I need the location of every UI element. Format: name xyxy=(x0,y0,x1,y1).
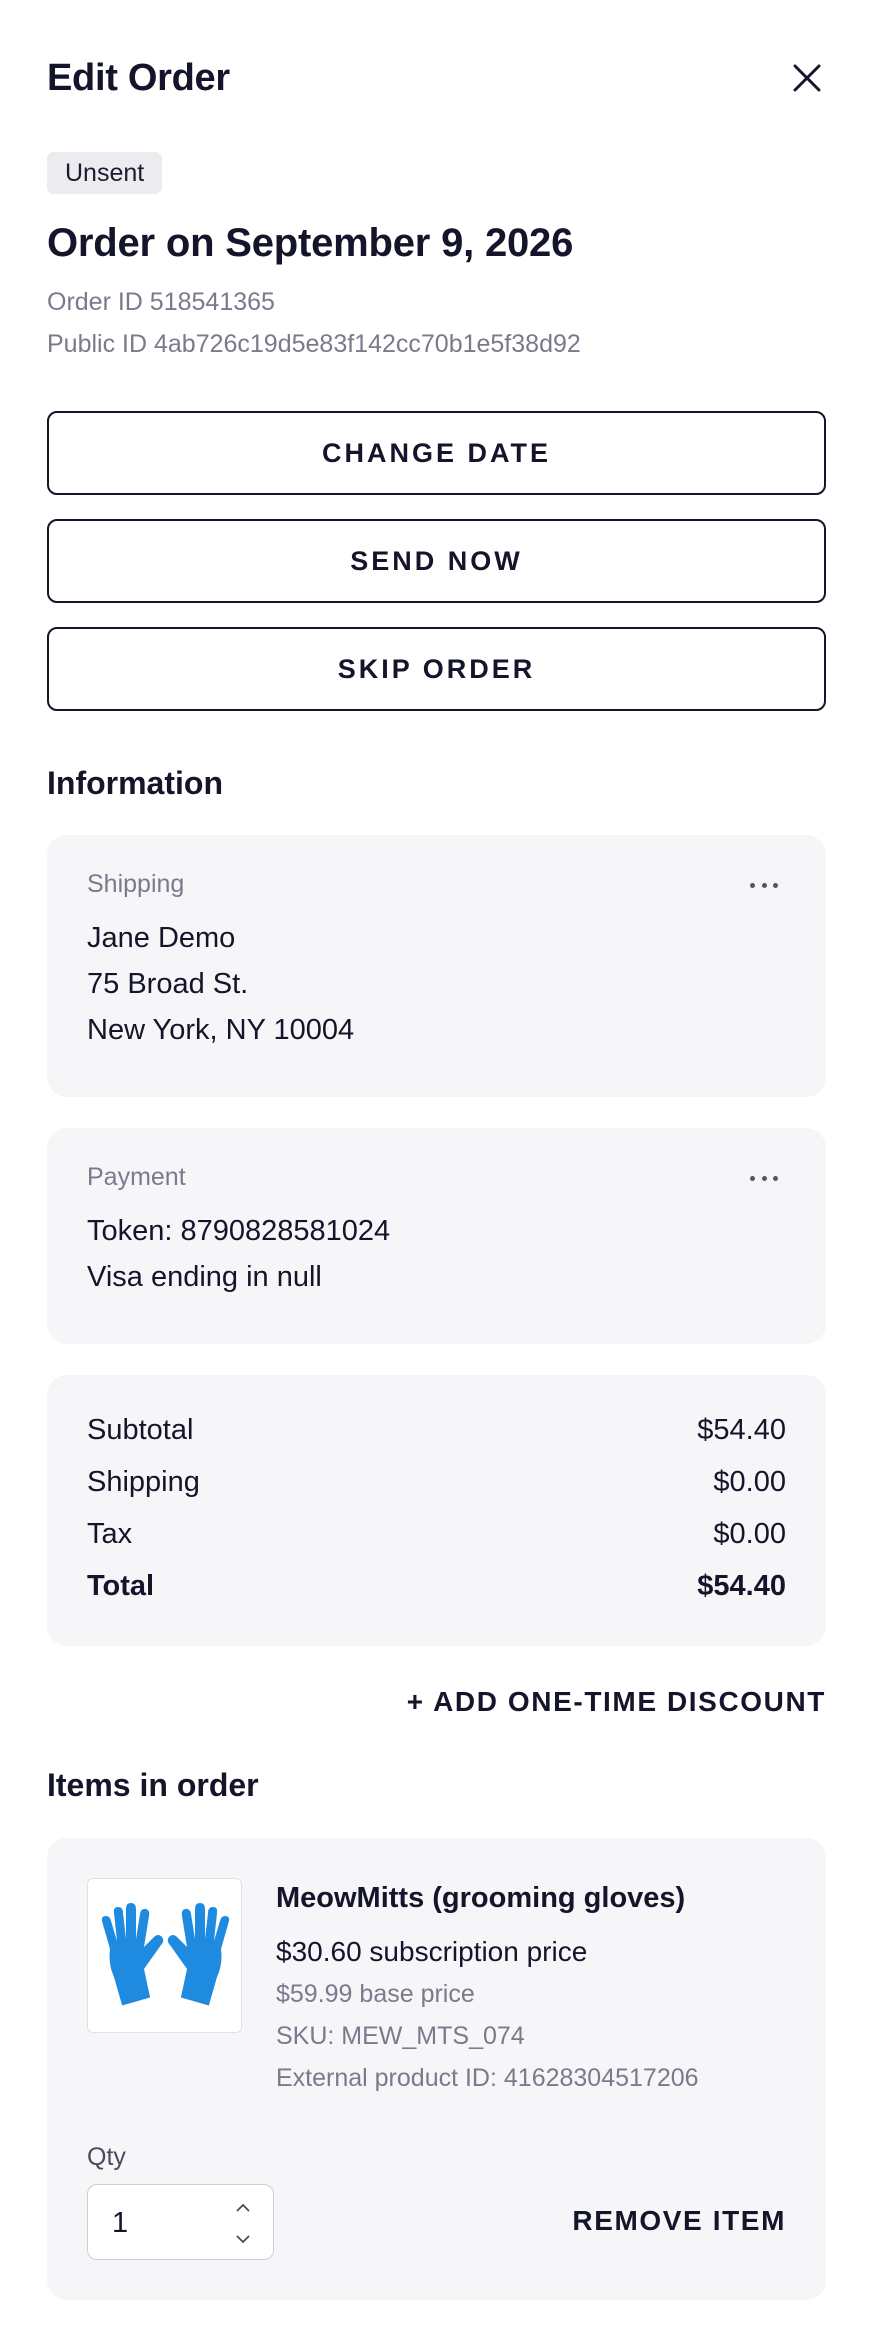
information-heading: Information xyxy=(47,765,223,801)
subtotal-label: Subtotal xyxy=(87,1414,194,1446)
item-subscription-price: $30.60 subscription price xyxy=(276,1936,588,1967)
public-id: Public ID 4ab726c19d5e83f142cc70b1e5f38d… xyxy=(47,330,581,358)
item-name: MeowMitts (grooming gloves) xyxy=(276,1882,686,1914)
shipping-cost-label: Shipping xyxy=(87,1466,200,1498)
send-now-button[interactable]: SEND NOW xyxy=(47,519,826,603)
qty-arrows xyxy=(233,2197,253,2249)
shipping-city: New York, NY 10004 xyxy=(87,1014,355,1046)
subtotal-row: Subtotal $54.40 xyxy=(87,1410,786,1450)
payment-menu-button[interactable] xyxy=(744,1166,784,1190)
change-date-button[interactable]: CHANGE DATE xyxy=(47,411,826,495)
order-item-card: MeowMitts (grooming gloves) $30.60 subsc… xyxy=(47,1838,826,2300)
total-label: Total xyxy=(87,1570,155,1602)
item-external-id: External product ID: 41628304517206 xyxy=(276,2064,699,2092)
order-summary-card: Subtotal $54.40 Shipping $0.00 Tax $0.00… xyxy=(47,1375,826,1646)
chevron-up-icon[interactable] xyxy=(233,2197,253,2217)
tax-row: Tax $0.00 xyxy=(87,1514,786,1554)
edit-order-page: Edit Order Unsent Order on September 9, … xyxy=(0,0,871,2338)
shipping-cost-value: $0.00 xyxy=(713,1466,786,1498)
payment-label: Payment xyxy=(87,1163,186,1191)
tax-label: Tax xyxy=(87,1518,133,1550)
remove-item-button[interactable]: REMOVE ITEM xyxy=(572,2201,786,2241)
total-value: $54.40 xyxy=(697,1570,786,1602)
shipping-label: Shipping xyxy=(87,870,185,898)
more-horizontal-icon xyxy=(750,1175,755,1181)
item-base-price: $59.99 base price xyxy=(276,1980,475,2008)
status-badge: Unsent xyxy=(47,152,163,194)
close-icon xyxy=(793,64,821,92)
items-heading: Items in order xyxy=(47,1767,259,1803)
total-row: Total $54.40 xyxy=(87,1566,786,1606)
add-discount-link[interactable]: + ADD ONE-TIME DISCOUNT xyxy=(407,1682,826,1722)
quantity-stepper[interactable]: 1 xyxy=(87,2184,274,2260)
product-image xyxy=(87,1878,242,2033)
shipping-menu-button[interactable] xyxy=(744,873,784,897)
header: Edit Order xyxy=(47,50,827,106)
close-button[interactable] xyxy=(787,58,827,98)
shipping-street: 75 Broad St. xyxy=(87,968,249,1000)
skip-order-button[interactable]: SKIP ORDER xyxy=(47,627,826,711)
payment-card-info: Visa ending in null xyxy=(87,1261,322,1293)
qty-value[interactable]: 1 xyxy=(112,2203,128,2243)
order-title: Order on September 9, 2026 xyxy=(47,221,574,265)
subtotal-value: $54.40 xyxy=(697,1414,786,1446)
shipping-name: Jane Demo xyxy=(87,922,236,954)
order-id: Order ID 518541365 xyxy=(47,288,275,316)
chevron-down-icon[interactable] xyxy=(233,2229,253,2249)
grooming-gloves-image xyxy=(101,1903,230,2006)
payment-token: Token: 8790828581024 xyxy=(87,1215,391,1247)
payment-card: Payment Token: 8790828581024 Visa ending… xyxy=(47,1128,826,1344)
shipping-card: Shipping Jane Demo 75 Broad St. New York… xyxy=(47,835,826,1097)
shipping-row: Shipping $0.00 xyxy=(87,1462,786,1502)
qty-label: Qty xyxy=(87,2143,126,2171)
tax-value: $0.00 xyxy=(713,1518,786,1550)
item-sku: SKU: MEW_MTS_074 xyxy=(276,2022,525,2050)
page-title: Edit Order xyxy=(47,57,230,99)
more-horizontal-icon xyxy=(750,882,755,888)
